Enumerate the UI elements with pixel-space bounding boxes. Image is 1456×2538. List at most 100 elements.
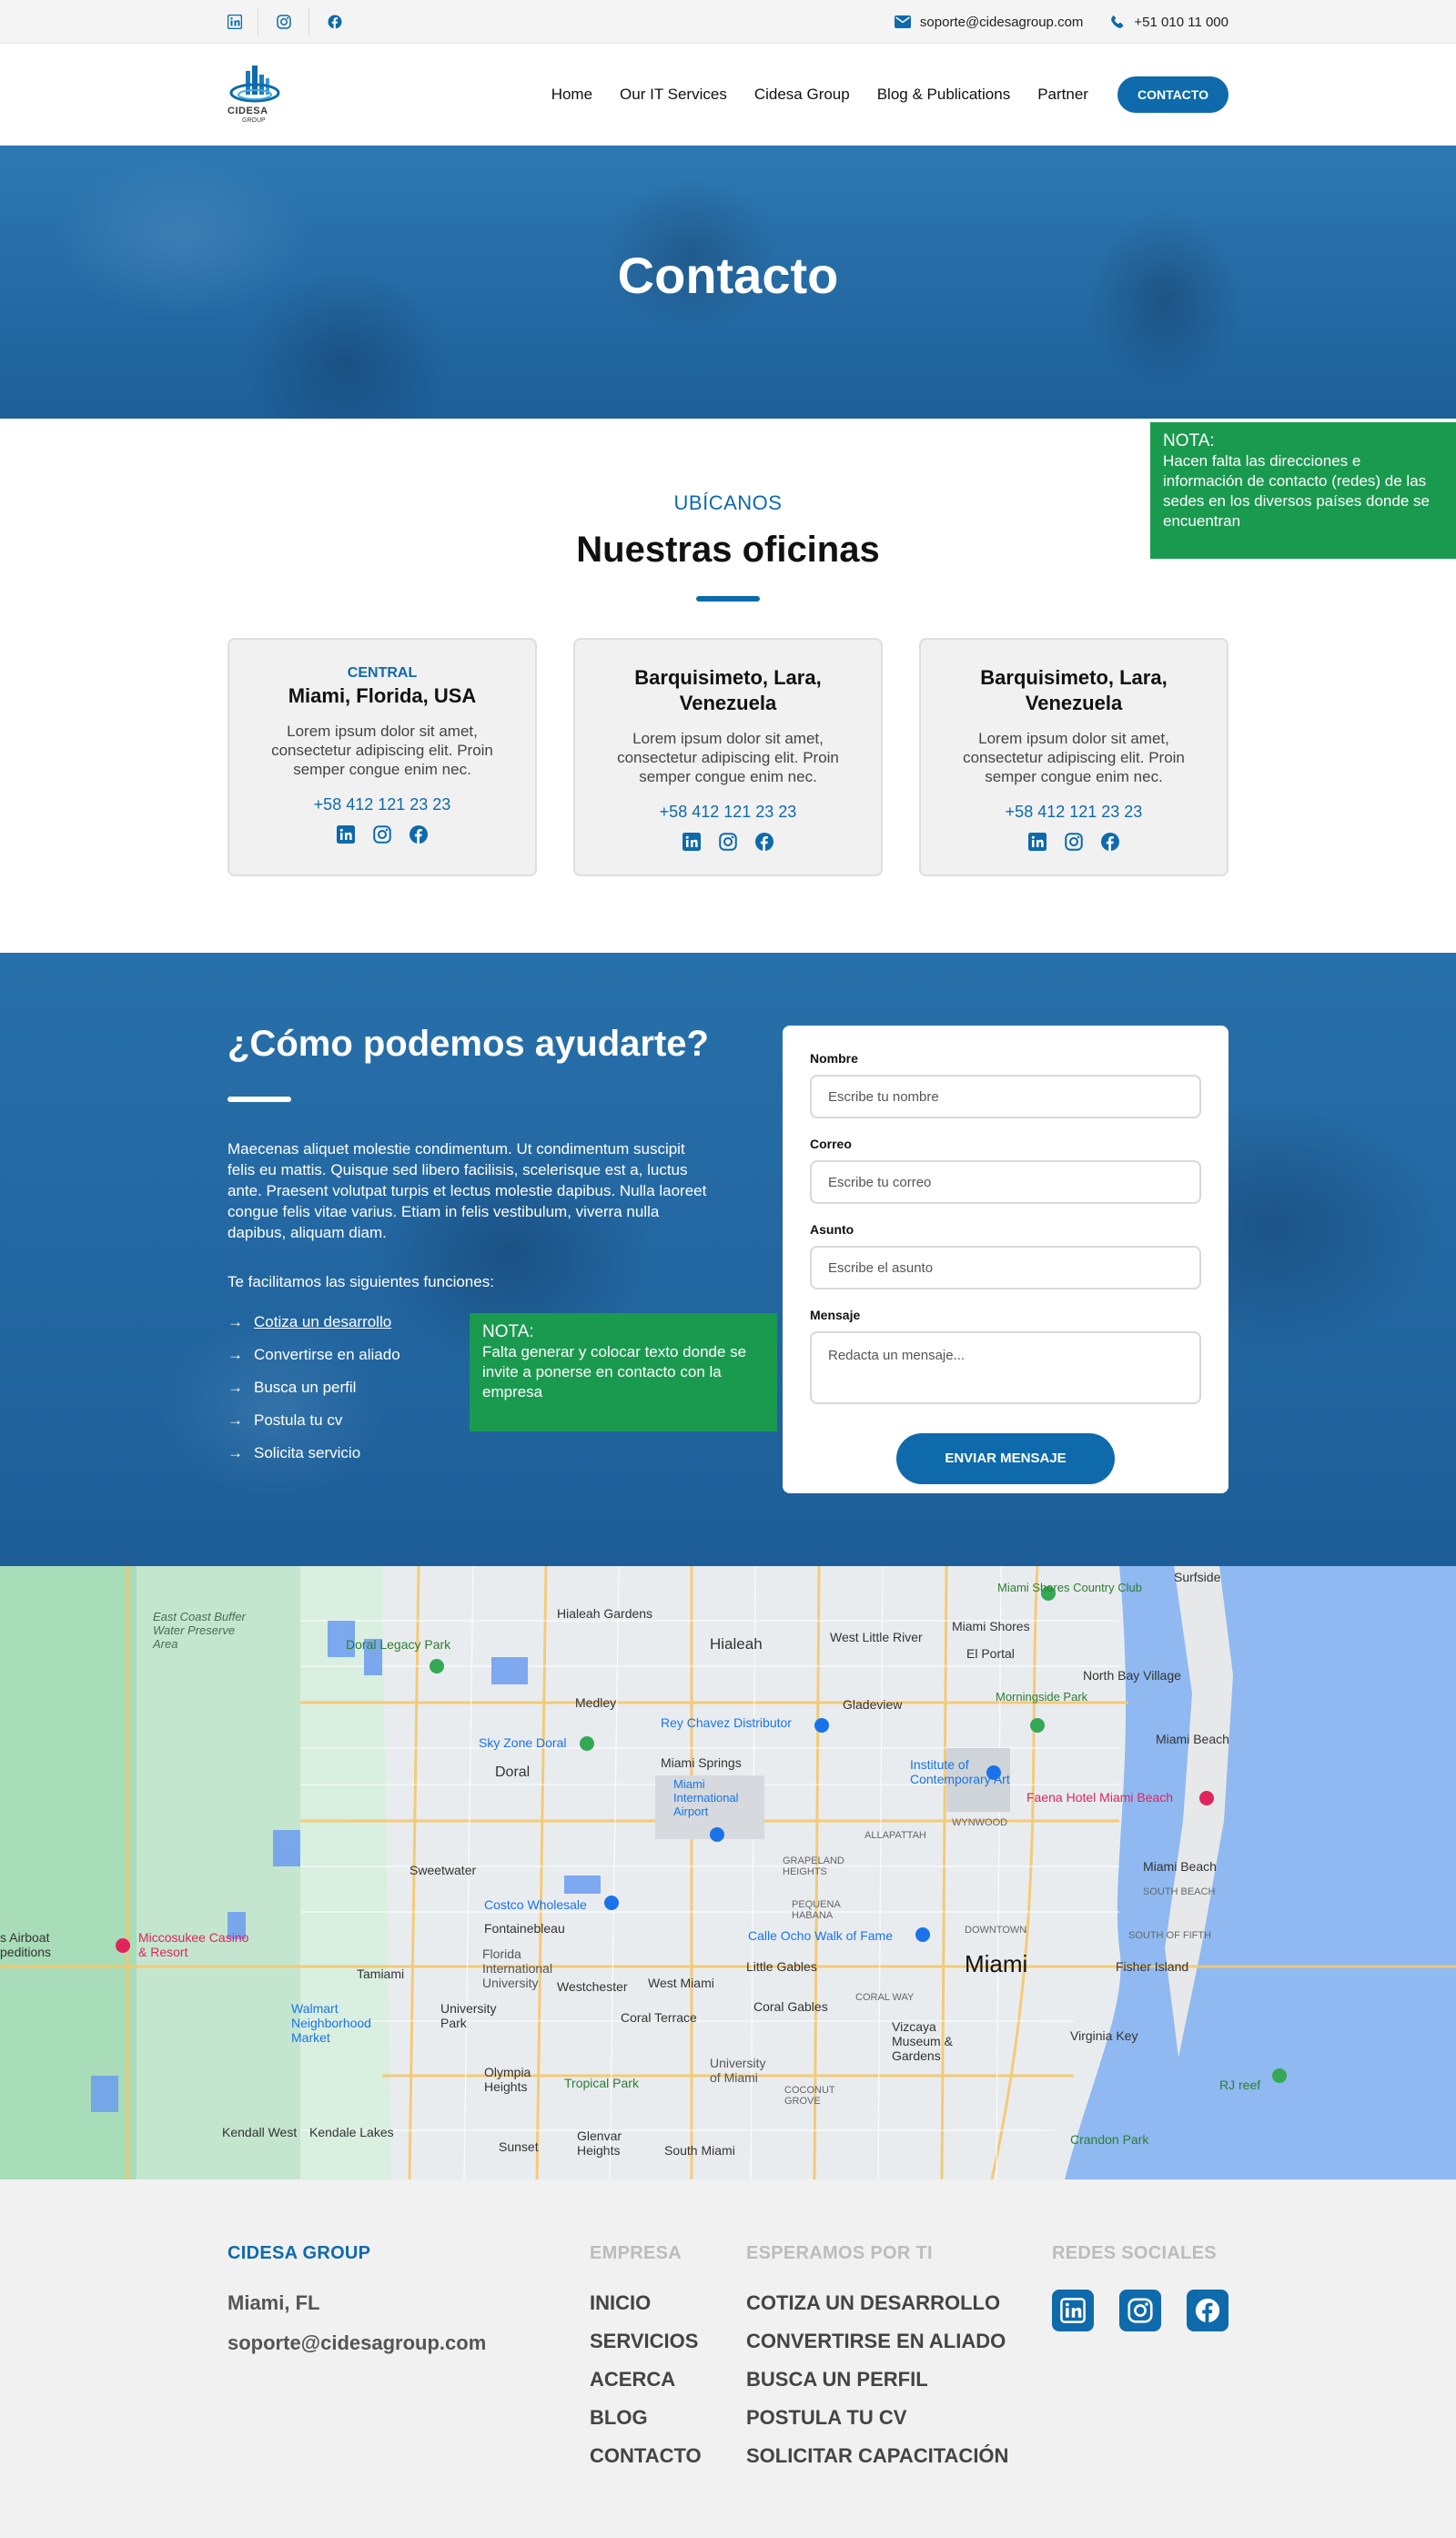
footer-link-perfil[interactable]: BUSCA UN PERFIL: [746, 2368, 1052, 2406]
office-phone[interactable]: +58 412 121 23 23: [249, 795, 515, 814]
top-phone[interactable]: +51 010 11 000: [1110, 15, 1228, 30]
map-label-south-beach: SOUTH BEACH: [1143, 1886, 1216, 1897]
contact-form: Nombre Escribe tu nombre Correo Escribe …: [783, 1026, 1228, 1493]
email-input[interactable]: Escribe tu correo: [810, 1160, 1201, 1204]
help-title-underline: [228, 1097, 291, 1102]
function-item[interactable]: → Cotiza un desarrollo: [228, 1306, 400, 1339]
name-label: Nombre: [810, 1051, 858, 1066]
instagram-icon[interactable]: [373, 825, 391, 844]
linkedin-icon[interactable]: [1052, 2290, 1094, 2331]
map-label-doral: Doral: [495, 1764, 531, 1780]
office-phone[interactable]: +58 412 121 23 23: [941, 803, 1207, 822]
instagram-icon[interactable]: [1119, 2290, 1161, 2331]
footer-social-links: [1052, 2290, 1228, 2331]
office-text: Lorem ipsum dolor sit amet, consectetur …: [963, 730, 1185, 785]
note-help: NOTA: Falta generar y colocar texto dond…: [470, 1313, 777, 1431]
map-label-medley: Medley: [575, 1695, 617, 1710]
map-label-surfside: Surfside: [1174, 1570, 1221, 1584]
map-label-sweetwater: Sweetwater: [410, 1863, 477, 1877]
top-email-text: soporte@cidesagroup.com: [919, 14, 1084, 30]
arrow-right-icon: →: [228, 1313, 243, 1330]
footer-link-blog[interactable]: BLOG: [590, 2406, 746, 2444]
function-label: Postula tu cv: [254, 1411, 343, 1429]
map-label-sky-zone: Sky Zone Doral: [479, 1735, 567, 1750]
footer-email[interactable]: soporte@cidesagroup.com: [228, 2331, 590, 2355]
page-title: Contacto: [617, 247, 839, 304]
map-label-west-little-river: West Little River: [830, 1630, 923, 1644]
map-label-doral-legacy: Doral Legacy Park: [346, 1637, 451, 1652]
top-social-links: [228, 0, 360, 44]
map-label-miami-beach-south: Miami Beach: [1143, 1859, 1217, 1874]
map-label-westchester: Westchester: [557, 1979, 628, 1994]
facebook-icon[interactable]: [1187, 2290, 1228, 2331]
footer-link-servicios[interactable]: SERVICIOS: [590, 2330, 746, 2368]
nav-home[interactable]: Home: [551, 86, 592, 104]
map-label-olympia-heights: Olympia Heights: [484, 2065, 531, 2094]
function-item[interactable]: → Postula tu cv: [228, 1404, 400, 1437]
instagram-icon[interactable]: [258, 7, 309, 36]
office-phone[interactable]: +58 412 121 23 23: [595, 803, 861, 822]
nav-blog[interactable]: Blog & Publications: [877, 86, 1010, 104]
cidesa-logo[interactable]: CIDESA GROUP: [228, 58, 282, 131]
footer-link-capacitacion[interactable]: SOLICITAR CAPACITACIÓN: [746, 2444, 1052, 2482]
map-label-grapeland: GRAPELAND HEIGHTS: [783, 1855, 844, 1877]
map-label-kendall-west: Kendall West: [222, 2125, 298, 2139]
footer-link-aliado[interactable]: CONVERTIRSE EN ALIADO: [746, 2330, 1052, 2368]
function-item[interactable]: → Convertirse en aliado: [228, 1339, 400, 1371]
nav-cidesa-group[interactable]: Cidesa Group: [754, 86, 850, 104]
note-help-label: NOTA:: [482, 1322, 534, 1341]
footer-link-inicio[interactable]: INICIO: [590, 2291, 746, 2330]
facebook-icon[interactable]: [755, 833, 774, 851]
contacto-button[interactable]: CONTACTO: [1117, 76, 1228, 113]
instagram-icon[interactable]: [719, 833, 737, 851]
map-label-gladeview: Gladeview: [843, 1697, 903, 1712]
name-input[interactable]: Escribe tu nombre: [810, 1075, 1201, 1118]
main-header: CIDESA GROUP Home Our IT Services Cidesa…: [0, 44, 1456, 146]
map-label-little-gables: Little Gables: [746, 1959, 817, 1974]
instagram-icon[interactable]: [1065, 833, 1083, 851]
map-label-miami-beach-north: Miami Beach: [1156, 1732, 1229, 1746]
nav-partner[interactable]: Partner: [1037, 86, 1088, 104]
map-label-airport: Miami International Airport: [673, 1777, 739, 1818]
function-label: Cotiza un desarrollo: [254, 1313, 392, 1330]
subject-label: Asunto: [810, 1222, 854, 1237]
offices-eyebrow: UBÍCANOS: [673, 491, 783, 514]
linkedin-icon[interactable]: [337, 825, 355, 844]
office-city: Barquisimeto, Lara, Venezuela: [980, 666, 1168, 714]
send-message-button[interactable]: ENVIAR MENSAJE: [896, 1433, 1115, 1484]
map-label-miami-shores: Miami Shores: [952, 1619, 1030, 1633]
footer-brand: CIDESA GROUP: [228, 2243, 371, 2263]
footer-link-cv[interactable]: POSTULA TU CV: [746, 2406, 1052, 2444]
map-label-fisher-island: Fisher Island: [1116, 1959, 1189, 1974]
map-label-coconut-grove: COCONUT GROVE: [784, 2085, 835, 2107]
facebook-icon[interactable]: [309, 7, 360, 36]
help-description: Maecenas aliquet molestie condimentum. U…: [228, 1140, 707, 1241]
footer-brand-column: CIDESA GROUP Miami, FL soporte@cidesagro…: [228, 2243, 590, 2482]
message-textarea[interactable]: Redacta un mensaje...: [810, 1331, 1201, 1404]
function-item[interactable]: → Busca un perfil: [228, 1371, 400, 1404]
footer-link-contacto[interactable]: CONTACTO: [590, 2444, 746, 2482]
title-underline: [696, 596, 760, 602]
location-map[interactable]: East Coast Buffer Water Preserve Area Hi…: [0, 1566, 1456, 2179]
facebook-icon[interactable]: [410, 825, 428, 844]
linkedin-icon[interactable]: [1028, 833, 1046, 851]
footer-link-cotiza[interactable]: COTIZA UN DESARROLLO: [746, 2291, 1052, 2330]
function-label: Solicita servicio: [254, 1444, 361, 1461]
message-label: Mensaje: [810, 1308, 861, 1322]
map-label-miccosukee: Miccosukee Casino & Resort: [138, 1930, 249, 1959]
subject-input[interactable]: Escribe el asunto: [810, 1246, 1201, 1289]
help-title: ¿Cómo podemos ayudarte?: [228, 1024, 709, 1064]
linkedin-icon[interactable]: [682, 833, 701, 851]
site-footer: CIDESA GROUP Miami, FL soporte@cidesagro…: [0, 2179, 1456, 2538]
function-item[interactable]: → Solicita servicio: [228, 1437, 400, 1470]
map-label-kendale-lakes: Kendale Lakes: [309, 2125, 394, 2139]
facebook-icon[interactable]: [1101, 833, 1119, 851]
note-offices-label: NOTA:: [1163, 431, 1215, 450]
footer-esperamos-title: ESPERAMOS POR TI: [746, 2243, 933, 2263]
footer-link-acerca[interactable]: ACERCA: [590, 2368, 746, 2406]
map-label-wynwood: WYNWOOD: [952, 1817, 1008, 1828]
main-nav: Home Our IT Services Cidesa Group Blog &…: [551, 76, 1228, 113]
linkedin-icon[interactable]: [228, 7, 258, 36]
top-email[interactable]: soporte@cidesagroup.com: [894, 14, 1084, 30]
nav-it-services[interactable]: Our IT Services: [620, 86, 727, 104]
